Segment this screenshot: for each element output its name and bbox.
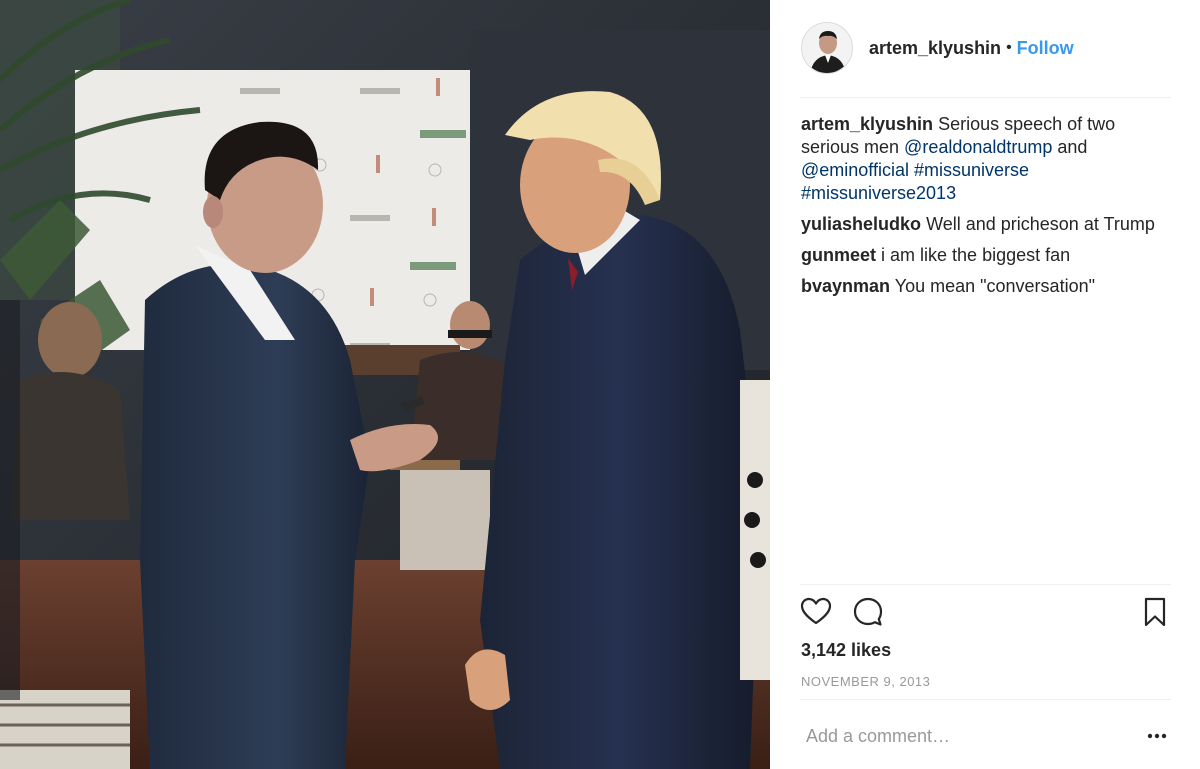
action-bar (800, 596, 1171, 630)
separator-dot: • (1006, 39, 1012, 56)
caption: artem_klyushin Serious speech of two ser… (801, 113, 1178, 205)
post-header: artem_klyushin • Follow (801, 22, 1171, 74)
avatar[interactable] (801, 22, 853, 74)
comments-list: artem_klyushin Serious speech of two ser… (801, 113, 1178, 306)
follow-button[interactable]: Follow (1017, 38, 1074, 59)
caption-author-link[interactable]: artem_klyushin (801, 114, 933, 134)
mention-link[interactable]: @realdonaldtrump (904, 137, 1052, 157)
divider (800, 699, 1171, 700)
post-sidebar: artem_klyushin • Follow artem_klyushin S… (770, 0, 1200, 769)
comment-author-link[interactable]: gunmeet (801, 245, 876, 265)
avatar-icon (802, 23, 852, 73)
likes-count[interactable]: 3,142 likes (801, 640, 891, 661)
post-photo[interactable] (0, 0, 770, 769)
caption-text: and (1052, 137, 1088, 157)
mention-link[interactable]: @eminofficial (801, 160, 909, 180)
heart-icon[interactable] (800, 596, 832, 628)
comment-text: Well and pricheson at Trump (926, 214, 1155, 234)
comment-item: bvaynman You mean "conversation" (801, 275, 1178, 298)
add-comment-input[interactable] (806, 723, 1136, 749)
header-text: artem_klyushin • Follow (869, 38, 1074, 59)
hashtag-link[interactable]: #missuniverse2013 (801, 183, 956, 203)
comment-item: gunmeet i am like the biggest fan (801, 244, 1178, 267)
divider (800, 584, 1171, 585)
comment-text: i am like the biggest fan (881, 245, 1071, 265)
divider (800, 97, 1171, 98)
comment-author-link[interactable]: yuliasheludko (801, 214, 921, 234)
comment-icon[interactable] (852, 596, 884, 628)
comment-author-link[interactable]: bvaynman (801, 276, 890, 296)
ellipsis-icon[interactable] (1147, 727, 1167, 745)
post-date: NOVEMBER 9, 2013 (801, 674, 931, 689)
comment-item: yuliasheludko Well and pricheson at Trum… (801, 213, 1178, 236)
photo-illustration (0, 0, 770, 769)
bookmark-icon[interactable] (1139, 596, 1171, 628)
comment-text: You mean "conversation" (894, 276, 1095, 296)
hashtag-link[interactable]: #missuniverse (914, 160, 1029, 180)
username-link[interactable]: artem_klyushin (869, 38, 1001, 59)
